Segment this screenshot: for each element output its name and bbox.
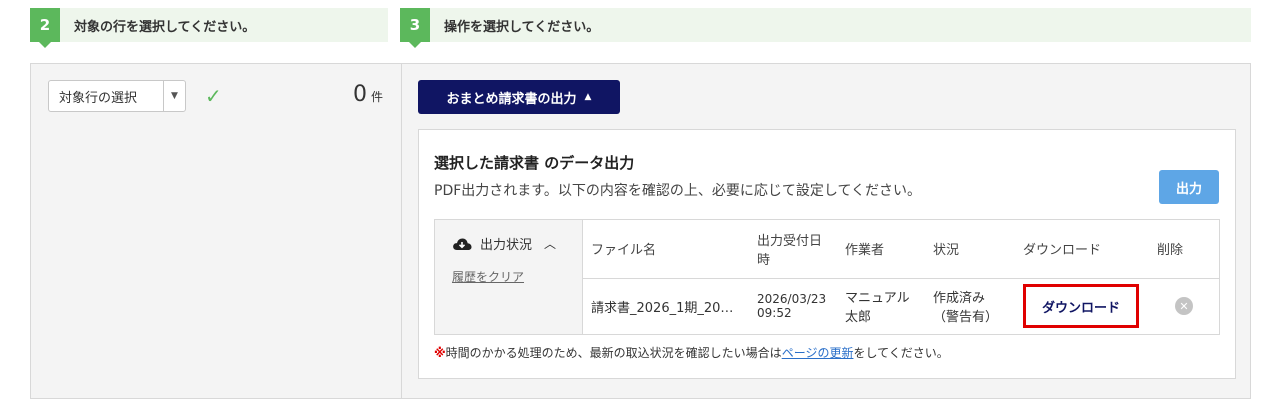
note-text-after: をしてください。 bbox=[853, 346, 949, 360]
cloud-download-icon bbox=[453, 238, 472, 250]
step-2-header: 2 対象の行を選択してください。 bbox=[30, 8, 388, 48]
page-refresh-link[interactable]: ページの更新 bbox=[782, 346, 854, 360]
cell-state-line2: （警告有） bbox=[933, 310, 999, 326]
check-icon: ✓ bbox=[205, 84, 222, 108]
step-2-number: 2 bbox=[30, 8, 60, 48]
cell-download: ダウンロード bbox=[1015, 278, 1149, 334]
cell-delete: ✕ bbox=[1149, 278, 1219, 334]
col-header-worker: 作業者 bbox=[837, 220, 925, 279]
data-export-panel: 選択した請求書 のデータ出力 PDF出力されます。以下の内容を確認の上、必要に応… bbox=[418, 129, 1236, 379]
step-3-header: 3 操作を選択してください。 bbox=[400, 8, 1251, 48]
target-row-select[interactable]: 対象行の選択 ▼ bbox=[48, 80, 186, 112]
selected-count-unit: 件 bbox=[370, 90, 383, 104]
output-button[interactable]: 出力 bbox=[1159, 170, 1219, 204]
output-status-title: 出力状況 bbox=[480, 238, 533, 253]
col-header-delete: 削除 bbox=[1149, 220, 1219, 279]
cell-state-line1: 作成済み bbox=[933, 291, 986, 307]
bulk-invoice-export-button[interactable]: おまとめ請求書の出力 ▲ bbox=[418, 80, 620, 114]
caret-down-icon[interactable]: ▼ bbox=[163, 81, 185, 111]
clear-history-link[interactable]: 履歴をクリア bbox=[452, 268, 524, 285]
step-3-label: 操作を選択してください。 bbox=[444, 19, 600, 35]
step-2-label: 対象の行を選択してください。 bbox=[74, 19, 256, 35]
chevron-up-icon: ▲ bbox=[584, 92, 592, 102]
cell-received-date: 2026/03/23 bbox=[757, 292, 827, 307]
cell-worker-line2: 太郎 bbox=[845, 310, 872, 326]
selected-count: 0 件 bbox=[353, 82, 383, 107]
bulk-invoice-export-label: おまとめ請求書の出力 bbox=[446, 91, 577, 107]
cell-state: 作成済み （警告有） bbox=[925, 278, 1015, 334]
delete-icon[interactable]: ✕ bbox=[1175, 297, 1193, 316]
col-header-download: ダウンロード bbox=[1015, 220, 1149, 279]
data-export-title: 選択した請求書 のデータ出力 bbox=[434, 154, 635, 172]
col-header-filename: ファイル名 bbox=[583, 220, 749, 279]
operation-panel: おまとめ請求書の出力 ▲ 選択した請求書 のデータ出力 PDF出力されます。以下… bbox=[401, 63, 1251, 399]
cell-worker: マニュアル 太郎 bbox=[837, 278, 925, 334]
output-status-sidebar: 出力状況 ︿ 履歴をクリア bbox=[435, 220, 583, 334]
data-export-description: PDF出力されます。以下の内容を確認の上、必要に応じて設定してください。 bbox=[434, 183, 922, 199]
cell-received-time: 09:52 bbox=[757, 306, 792, 321]
target-row-select-label: 対象行の選択 bbox=[59, 90, 138, 106]
download-button[interactable]: ダウンロード bbox=[1023, 284, 1139, 329]
note-mark: ※ bbox=[434, 346, 446, 360]
step-3-number: 3 bbox=[400, 8, 430, 48]
selected-count-number: 0 bbox=[352, 82, 367, 107]
output-status-toggle[interactable]: 出力状況 ︿ bbox=[452, 234, 556, 253]
cell-received: 2026/03/23 09:52 bbox=[749, 278, 837, 334]
table-row: 請求書_2026_1期_20… 2026/03/23 09:52 マニュアル 太… bbox=[583, 278, 1219, 334]
row-selection-panel: 対象行の選択 ▼ ✓ 0 件 bbox=[30, 63, 401, 399]
table-header-row: ファイル名 出力受付日時 作業者 状況 ダウンロード 削除 bbox=[583, 220, 1219, 279]
refresh-note: ※時間のかかる処理のため、最新の取込状況を確認したい場合はページの更新をしてくだ… bbox=[434, 344, 949, 361]
output-status-table: ファイル名 出力受付日時 作業者 状況 ダウンロード 削除 請求書_2026_1… bbox=[583, 220, 1219, 334]
cell-filename: 請求書_2026_1期_20… bbox=[591, 300, 734, 316]
output-status-area: 出力状況 ︿ 履歴をクリア ファイル名 出力受付日時 作業者 状況 ダウンロード bbox=[434, 219, 1220, 335]
cell-worker-line1: マニュアル bbox=[845, 291, 910, 307]
col-header-state: 状況 bbox=[925, 220, 1015, 279]
chevron-up-icon: ︿ bbox=[544, 237, 557, 251]
note-text-before: 時間のかかる処理のため、最新の取込状況を確認したい場合は bbox=[445, 346, 782, 360]
col-header-received: 出力受付日時 bbox=[749, 220, 837, 279]
